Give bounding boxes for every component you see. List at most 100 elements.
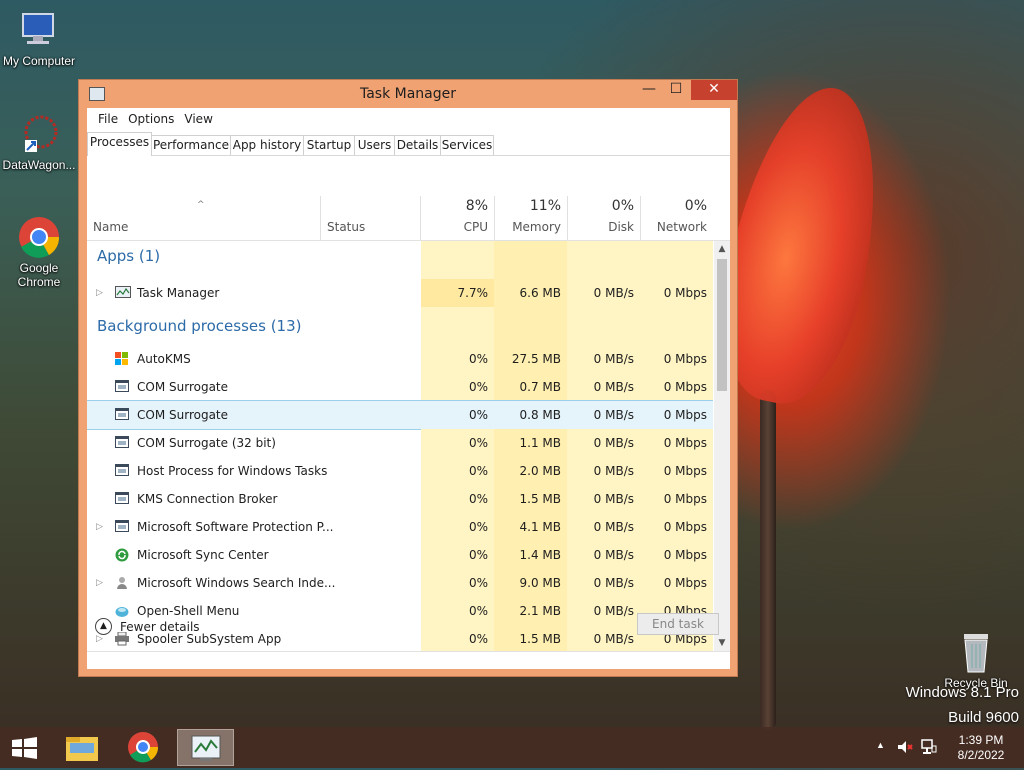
disk-value: 0 MB/s bbox=[567, 513, 640, 541]
title-bar[interactable]: Task Manager — ☐ ✕ bbox=[79, 80, 737, 108]
menu-view[interactable]: View bbox=[179, 112, 217, 126]
group-label: Background processes (13) bbox=[97, 317, 302, 335]
disk-value: 0 MB/s bbox=[593, 408, 634, 422]
tab-startup[interactable]: Startup bbox=[303, 135, 355, 155]
close-button[interactable]: ✕ bbox=[691, 80, 737, 100]
tab-performance[interactable]: Performance bbox=[151, 135, 231, 155]
menu-file[interactable]: File bbox=[93, 112, 123, 126]
network-value: 0 Mbps bbox=[663, 408, 707, 422]
cpu-value: 0% bbox=[421, 569, 494, 597]
column-memory[interactable]: 11% Memory bbox=[494, 156, 567, 240]
datawagon-icon bbox=[17, 112, 61, 156]
os-watermark-line1: Windows 8.1 Pro bbox=[905, 684, 1019, 701]
menu-options[interactable]: Options bbox=[123, 112, 179, 126]
tab-services[interactable]: Services bbox=[440, 135, 494, 155]
column-name[interactable]: Name bbox=[93, 220, 128, 234]
scroll-up-icon[interactable]: ▲ bbox=[714, 241, 730, 257]
process-name: COM Surrogate (32 bit) bbox=[137, 436, 276, 450]
column-status[interactable]: Status bbox=[327, 220, 365, 234]
folder-icon bbox=[66, 737, 98, 761]
disk-value: 0 MB/s bbox=[567, 429, 640, 457]
group-header[interactable]: Apps (1) bbox=[87, 241, 713, 279]
network-value: 0 Mbps bbox=[640, 373, 713, 401]
fewer-details-label: Fewer details bbox=[120, 619, 200, 634]
desktop-icon-label: My Computer bbox=[2, 54, 76, 68]
minimize-button[interactable]: — bbox=[636, 80, 662, 100]
column-disk[interactable]: 0% Disk bbox=[567, 156, 640, 240]
desktop-icon-chrome[interactable]: Google Chrome bbox=[1, 215, 77, 289]
cpu-total: 8% bbox=[465, 198, 488, 214]
end-task-button[interactable]: End task bbox=[637, 613, 719, 635]
scroll-thumb[interactable] bbox=[717, 259, 727, 391]
process-row[interactable]: Microsoft Sync Center 0% 1.4 MB 0 MB/s 0 Mbp… bbox=[87, 541, 713, 569]
process-row[interactable]: COM Surrogate (32 bit) 0% 1.1 MB 0 MB/s 0 Mb… bbox=[87, 429, 713, 457]
tab-details[interactable]: Details bbox=[394, 135, 441, 155]
disk-value: 0 MB/s bbox=[567, 373, 640, 401]
memory-value: 1.1 MB bbox=[494, 429, 567, 457]
process-window-icon bbox=[115, 464, 129, 476]
group-heat-cell bbox=[567, 307, 640, 345]
desktop-icon-datawagon[interactable]: DataWagon... bbox=[1, 112, 77, 172]
cpu-value: 0% bbox=[421, 485, 494, 513]
volume-muted-icon[interactable] bbox=[896, 738, 914, 756]
process-row[interactable]: ▷ Microsoft Software Protection P... 0% 4.1… bbox=[87, 513, 713, 541]
network-icon[interactable] bbox=[920, 738, 938, 756]
scroll-down-icon[interactable]: ▼ bbox=[714, 635, 730, 651]
memory-value: 1.5 MB bbox=[494, 485, 567, 513]
network-total: 0% bbox=[684, 198, 707, 214]
tab-users[interactable]: Users bbox=[354, 135, 395, 155]
cpu-label: CPU bbox=[463, 220, 488, 234]
process-row[interactable]: AutoKMS 0% 27.5 MB 0 MB/s 0 Mbps bbox=[87, 345, 713, 373]
network-value: 0 Mbps bbox=[640, 569, 713, 597]
cpu-value: 0% bbox=[421, 457, 494, 485]
network-value: 0 Mbps bbox=[640, 345, 713, 373]
start-button[interactable] bbox=[0, 729, 52, 766]
memory-value: 6.6 MB bbox=[494, 279, 567, 307]
process-row[interactable]: Host Process for Windows Tasks 0% 2.0 MB 0 … bbox=[87, 457, 713, 485]
taskbar-task-manager[interactable] bbox=[177, 729, 234, 766]
system-tray: ▲ bbox=[872, 727, 944, 768]
cpu-value: 0% bbox=[421, 513, 494, 541]
memory-value: 0.7 MB bbox=[494, 373, 567, 401]
process-row[interactable]: ▷ Task Manager 7.7% 6.6 MB 0 MB/s 0 Mbps bbox=[87, 279, 713, 307]
disk-value: 0 MB/s bbox=[567, 597, 640, 625]
chevron-up-icon: ▲ bbox=[95, 618, 112, 635]
expand-arrow-icon[interactable]: ▷ bbox=[96, 279, 103, 307]
task-manager-window: Task Manager — ☐ ✕ File Options View Pro… bbox=[78, 79, 738, 677]
process-row[interactable]: COM Surrogate 0% 0.7 MB 0 MB/s 0 Mbps bbox=[87, 373, 713, 401]
sort-ascending-icon: ^ bbox=[197, 200, 205, 210]
desktop-icon-my-computer[interactable]: My Computer bbox=[1, 8, 77, 68]
windows-logo-icon bbox=[115, 352, 129, 365]
task-manager-icon bbox=[115, 286, 131, 298]
network-value: 0 Mbps bbox=[640, 485, 713, 513]
fewer-details-button[interactable]: ▲ Fewer details bbox=[95, 618, 200, 635]
expand-arrow-icon[interactable]: ▷ bbox=[96, 513, 103, 541]
tab-processes[interactable]: Processes bbox=[87, 132, 152, 156]
process-window-icon bbox=[115, 436, 129, 448]
process-row[interactable]: COM Surrogate 0% 0.8 MB 0 MB/s 0 Mbps bbox=[87, 400, 713, 430]
show-hidden-icons-icon[interactable]: ▲ bbox=[876, 740, 885, 750]
desktop-icon-recycle-bin[interactable]: Recycle Bin bbox=[936, 630, 1016, 690]
process-row[interactable]: KMS Connection Broker 0% 1.5 MB 0 MB/s 0 Mbp… bbox=[87, 485, 713, 513]
cpu-value: 0% bbox=[421, 345, 494, 373]
process-window-icon bbox=[115, 380, 129, 392]
clock[interactable]: 1:39 PM 8/2/2022 bbox=[946, 733, 1016, 763]
process-row[interactable]: ▷ Microsoft Windows Search Inde... 0% 9.0 M… bbox=[87, 569, 713, 597]
column-divider bbox=[320, 196, 321, 240]
taskbar-file-explorer[interactable] bbox=[56, 729, 108, 766]
vertical-scrollbar[interactable]: ▲ ▼ bbox=[714, 241, 730, 651]
maximize-button[interactable]: ☐ bbox=[663, 80, 689, 100]
disk-value: 0 MB/s bbox=[567, 457, 640, 485]
process-name: COM Surrogate bbox=[137, 380, 229, 394]
expand-arrow-icon[interactable]: ▷ bbox=[96, 569, 103, 597]
column-network[interactable]: 0% Network bbox=[640, 156, 713, 240]
process-name: Task Manager bbox=[137, 286, 220, 300]
tab-app-history[interactable]: App history bbox=[230, 135, 304, 155]
memory-value: 4.1 MB bbox=[494, 513, 567, 541]
group-header[interactable]: Background processes (13) bbox=[87, 307, 713, 345]
taskbar-chrome[interactable] bbox=[117, 729, 169, 766]
network-value: 0 Mbps bbox=[640, 457, 713, 485]
column-cpu[interactable]: 8% CPU bbox=[421, 156, 494, 240]
wallpaper-flower-stem bbox=[760, 390, 776, 730]
process-name: Microsoft Windows Search Inde... bbox=[137, 576, 336, 590]
